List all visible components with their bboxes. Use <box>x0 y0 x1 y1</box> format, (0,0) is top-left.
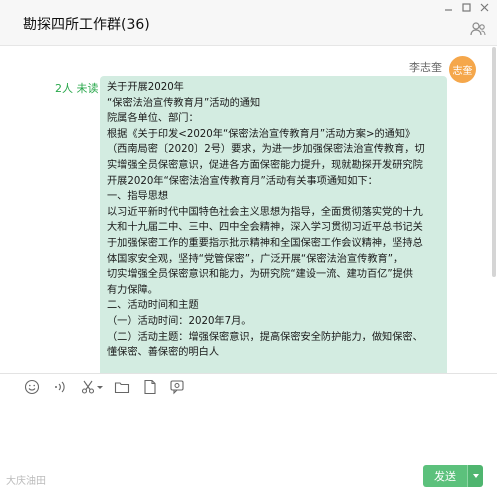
read-status[interactable]: 2人 未读 <box>55 80 99 96</box>
message-input[interactable] <box>0 399 497 459</box>
file-icon[interactable] <box>142 379 158 395</box>
scissors-icon[interactable] <box>80 379 103 395</box>
chat-history[interactable]: 李志奎 志奎 2人 未读 关于开展2020年 “保密法治宣传教育月”活动的通知 … <box>0 47 497 373</box>
close-icon[interactable] <box>477 0 491 14</box>
message-line: （西南局密〔2020〕2号）要求，为进一步加强保密法治宣传教育，切 <box>107 144 425 156</box>
maximize-icon[interactable] <box>459 0 473 14</box>
message-line: （二）活动主题：增强保密意识，提高保密安全防护能力，做知保密、 <box>107 331 423 343</box>
message-line: 二、活动时间和主题 <box>107 300 199 312</box>
message-line: “保密法治宣传教育月”活动的通知 <box>107 97 261 109</box>
message-line: 一、指导思想 <box>107 191 169 203</box>
logo-watermark: 大庆油田 <box>6 476 46 487</box>
message-line: 大和十九届二中、三中、四中全会精神，深入学习贯彻习近平总书记关 <box>107 222 423 234</box>
group-members-icon[interactable] <box>469 20 487 38</box>
message-line: 体国家安全观，坚持“党管保密”，广泛开展“保密法治宣传教育”， <box>107 253 404 265</box>
scrollbar-thumb[interactable] <box>492 47 496 277</box>
chat-toolbar <box>0 373 497 399</box>
chat-history-icon[interactable] <box>169 379 185 395</box>
scrollbar[interactable] <box>491 47 497 373</box>
title-bar: 勘探四所工作群(36) <box>0 0 497 46</box>
message-line: 根据《关于印发<2020年“保密法治宣传教育月”活动方案>的通知》 <box>107 128 416 140</box>
sender-name: 李志奎 <box>409 61 442 74</box>
message-line: 实增强全员保密意识，促进各方面保密能力提升，现就勘探开发研究院 <box>107 159 423 171</box>
message-line: （一）活动时间：2020年7月。 <box>107 315 252 327</box>
send-button[interactable]: 发送 <box>423 465 467 487</box>
message-line: 开展2020年“保密法治宣传教育月”活动有关事项通知如下： <box>107 175 378 187</box>
message-line: 懂保密、善保密的明白人 <box>107 347 220 359</box>
send-controls: 发送 <box>423 465 483 487</box>
message-line: 于加强保密工作的重要指示批示精神和全国保密工作会议精神，坚持总 <box>107 237 423 249</box>
message-line: 以习近平新时代中国特色社会主义思想为指导，全面贯彻落实党的十九 <box>107 206 423 218</box>
message-line: 有力保障。 <box>107 284 158 296</box>
message-line: 切实增强全员保密意识和能力，为研究院“建设一流、建功百亿”提供 <box>107 269 413 281</box>
send-options-chevron-down-icon[interactable] <box>467 465 483 487</box>
message-bubble: 关于开展2020年 “保密法治宣传教育月”活动的通知 院属各单位、部门： 根据《… <box>100 76 447 373</box>
window-controls <box>441 0 491 14</box>
message-line: 院属各单位、部门： <box>107 113 199 125</box>
minimize-icon[interactable] <box>441 0 455 14</box>
avatar[interactable]: 志奎 <box>449 56 476 83</box>
voice-icon[interactable] <box>52 379 68 395</box>
folder-icon[interactable] <box>114 379 130 395</box>
window-title: 勘探四所工作群(36) <box>23 17 150 33</box>
emoji-icon[interactable] <box>24 379 40 395</box>
message-line: 关于开展2020年 <box>107 82 184 93</box>
